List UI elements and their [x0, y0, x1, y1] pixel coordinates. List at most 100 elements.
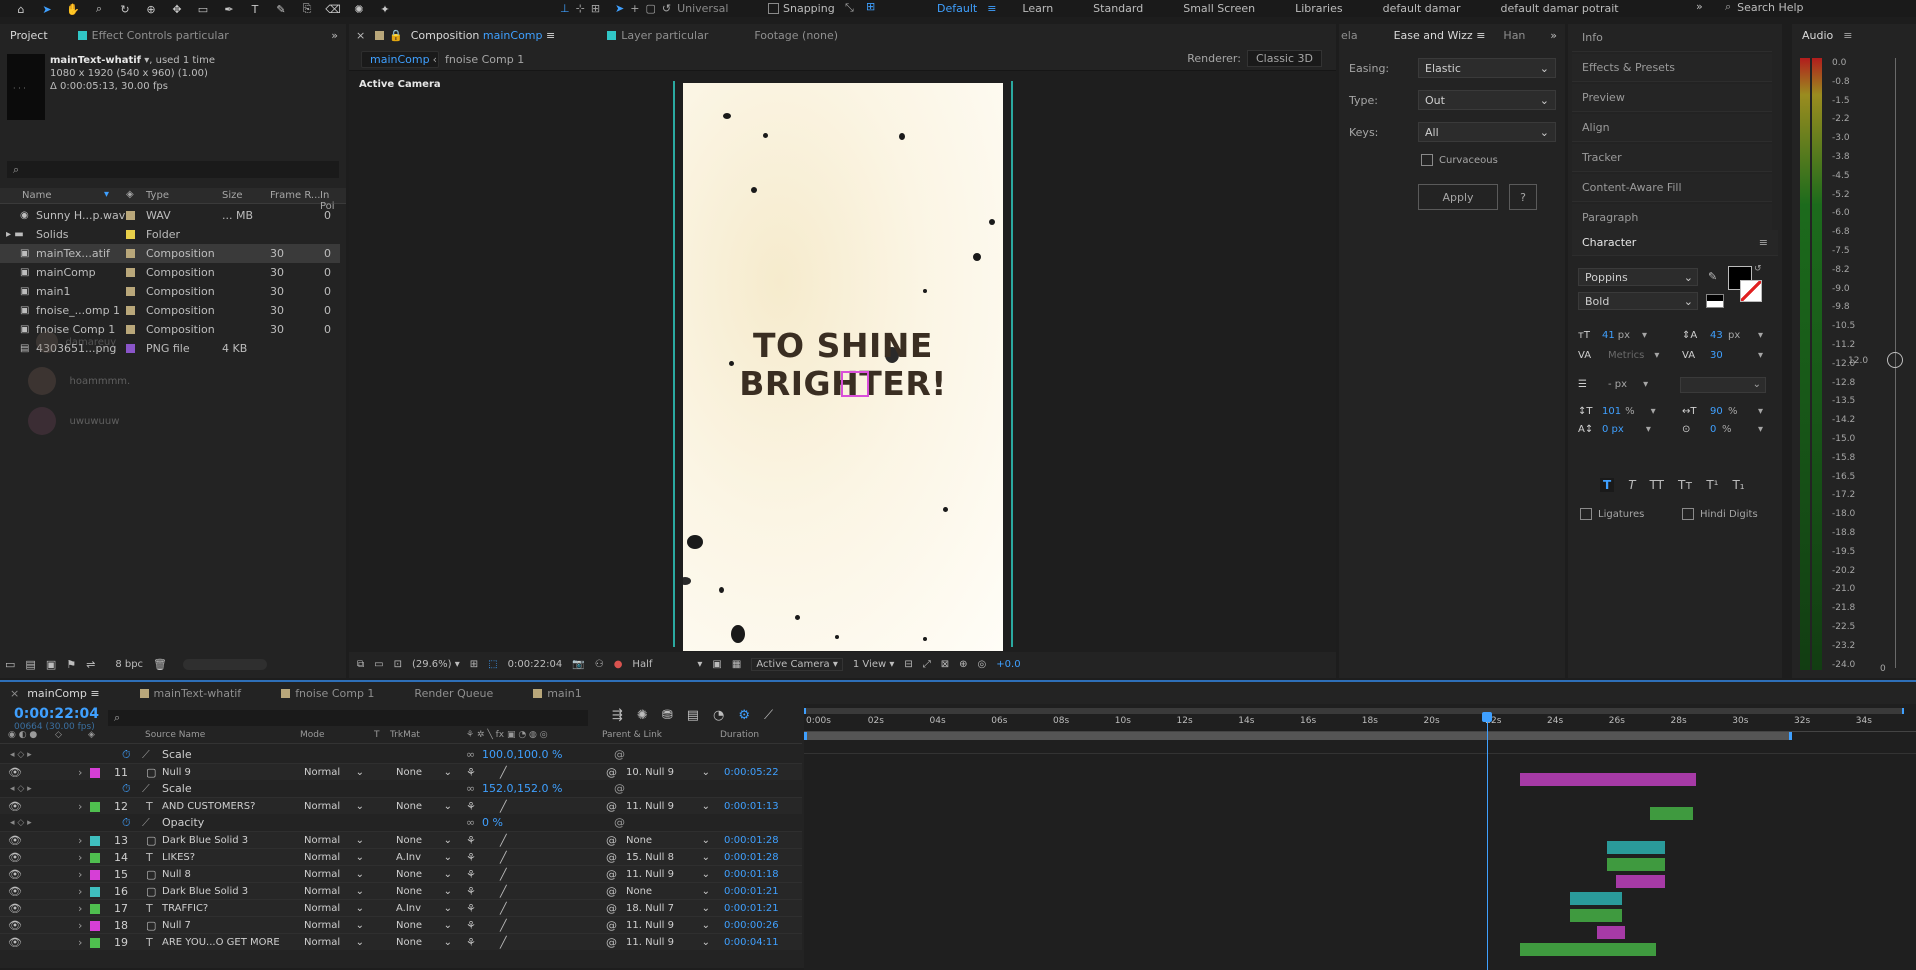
tab-layer[interactable]: Layer particular	[607, 29, 708, 42]
stopwatch-icon[interactable]: ⏱	[122, 816, 131, 830]
item-label-swatch[interactable]	[126, 230, 135, 239]
fast-previews-icon[interactable]: ⊠	[941, 659, 949, 670]
col-size[interactable]: Size	[222, 190, 243, 201]
workspace-default[interactable]: Default	[937, 2, 977, 15]
layer-parent-select[interactable]: None ⌄	[626, 835, 710, 846]
layer-duration[interactable]: 0:00:01:13	[724, 801, 779, 812]
layer-switch-quality-icon[interactable]: ╱	[500, 800, 507, 813]
property-row[interactable]: ◂ ◇ ▸ ⏱ ⟋ Opacity ∞ 0 % @	[0, 814, 802, 831]
tracking-value[interactable]: 30	[1710, 346, 1723, 366]
vertical-scale-chevron-icon[interactable]: ▾	[1651, 402, 1656, 422]
layer-duration-bar[interactable]	[1616, 875, 1666, 888]
item-label-swatch[interactable]	[126, 249, 135, 258]
layer-parent-select[interactable]: 11. Null 9 ⌄	[626, 937, 710, 948]
axis-local-icon[interactable]: ⊥	[560, 2, 570, 15]
exposure-value[interactable]: +0.0	[996, 659, 1020, 670]
layer-switch-shy-icon[interactable]: ⚘	[466, 936, 476, 949]
pickwhip-icon[interactable]: @	[614, 816, 625, 829]
rectangle-tool-icon[interactable]: ▭	[192, 0, 214, 20]
timeline-current-time[interactable]: 0:00:22:04	[14, 706, 99, 722]
small-caps-icon[interactable]: Tт	[1678, 478, 1692, 492]
camera-orbit-icon[interactable]: ⊕	[140, 0, 162, 20]
tab-ela[interactable]: ela	[1341, 29, 1358, 42]
selection-arrow-icon[interactable]: ➤	[615, 2, 624, 15]
panel-preview[interactable]: Preview	[1572, 84, 1772, 112]
hand-tool-icon[interactable]: ✋	[62, 0, 84, 20]
col-mode[interactable]: Mode	[300, 730, 325, 740]
layer-trkmat-select[interactable]: None ⌄	[396, 835, 452, 846]
parent-pickwhip-icon[interactable]: @	[606, 902, 617, 915]
puppet-tool-icon[interactable]: ✦	[374, 0, 396, 20]
stroke-style-select[interactable]: ⌄	[1680, 377, 1766, 393]
layer-name[interactable]: Null 8	[162, 869, 191, 880]
item-label-swatch[interactable]	[126, 268, 135, 277]
twirl-arrow-icon[interactable]: ›	[78, 868, 82, 881]
stopwatch-icon[interactable]: ⏱	[122, 748, 131, 762]
layer-parent-select[interactable]: 11. Null 9 ⌄	[626, 801, 710, 812]
horizontal-scale-value[interactable]: 90	[1710, 402, 1723, 422]
layer-name[interactable]: TRAFFIC?	[162, 903, 208, 914]
tab-render-queue[interactable]: Render Queue	[414, 687, 493, 700]
item-label-swatch[interactable]	[126, 211, 135, 220]
pickwhip-icon[interactable]: @	[614, 782, 625, 795]
layer-row[interactable]: 👁 › 18 ▢ Null 7 Normal ⌄ None ⌄ ⚘ ╱ @11. Null 9 ⌄ 0:0…	[0, 916, 802, 933]
layer-switch-quality-icon[interactable]: ╱	[500, 936, 507, 949]
panel-tracker[interactable]: Tracker	[1572, 144, 1772, 172]
layer-switch-shy-icon[interactable]: ⚘	[466, 851, 476, 864]
layer-name[interactable]: Dark Blue Solid 3	[162, 835, 248, 846]
col-parent-link[interactable]: Parent & Link	[602, 730, 662, 740]
visibility-eye-icon[interactable]: 👁	[8, 868, 22, 881]
work-area-range[interactable]	[804, 732, 1792, 740]
workspace-menu-icon[interactable]: ≡	[987, 2, 996, 15]
layer-trkmat-select[interactable]: None ⌄	[396, 767, 452, 778]
layer-label-swatch[interactable]	[90, 921, 100, 931]
layer-switch-shy-icon[interactable]: ⚘	[466, 919, 476, 932]
renderer-select[interactable]: Classic 3D	[1246, 50, 1322, 67]
panel-overflow-icon[interactable]: »	[331, 29, 338, 42]
subscript-icon[interactable]: T₁	[1732, 478, 1744, 492]
character-menu-icon[interactable]: ≡	[1759, 236, 1768, 249]
layer-name[interactable]: Dark Blue Solid 3	[162, 886, 248, 897]
ligatures-toggle[interactable]: Ligatures	[1580, 508, 1644, 520]
workspace-learn[interactable]: Learn	[1022, 2, 1053, 15]
twirl-arrow-icon[interactable]: ›	[78, 800, 82, 813]
keyframe-nav-icon[interactable]: ◂ ◇ ▸	[10, 818, 32, 828]
trash-icon[interactable]: 🗑	[153, 658, 167, 671]
project-item[interactable]: ▸ ▬ Solids Folder	[0, 225, 340, 244]
graph-icon[interactable]: ⟋	[142, 782, 150, 796]
plus-tool-icon[interactable]: +	[630, 2, 639, 15]
twirl-arrow-icon[interactable]: ›	[78, 885, 82, 898]
twirl-arrow-icon[interactable]: ›	[78, 766, 82, 779]
layer-row[interactable]: 👁 › 14 T LIKES? Normal ⌄ A.Inv ⌄ ⚘ ╱ @15. Null 8 ⌄ 0:…	[0, 848, 802, 865]
twirl-arrow-icon[interactable]: ›	[78, 834, 82, 847]
workspace-overflow-icon[interactable]: »	[1696, 0, 1703, 13]
visibility-eye-icon[interactable]: 👁	[8, 834, 22, 847]
layer-parent-select[interactable]: 10. Null 9 ⌄	[626, 767, 710, 778]
parent-pickwhip-icon[interactable]: @	[606, 766, 617, 779]
twirl-arrow-icon[interactable]: ›	[78, 919, 82, 932]
layer-duration[interactable]: 0:00:01:21	[724, 903, 779, 914]
parent-pickwhip-icon[interactable]: @	[606, 800, 617, 813]
bit-depth[interactable]: 8 bpc	[115, 659, 143, 670]
layer-switch-shy-icon[interactable]: ⚘	[466, 902, 476, 915]
faux-bold-icon[interactable]: T	[1600, 478, 1615, 492]
rotate-tool-icon[interactable]: ↻	[114, 0, 136, 20]
tab-timeline-main1[interactable]: main1	[533, 687, 582, 700]
project-item[interactable]: ▣ main1 Composition 30 0	[0, 282, 340, 301]
kerning-value[interactable]: Metrics	[1608, 346, 1644, 366]
layer-duration-bar[interactable]	[1569, 892, 1623, 905]
exposure-icon[interactable]: ◎	[978, 659, 987, 670]
curvaceous-toggle[interactable]: Curvaceous	[1421, 154, 1498, 166]
parent-pickwhip-icon[interactable]: @	[606, 834, 617, 847]
parent-pickwhip-icon[interactable]: @	[606, 868, 617, 881]
col-duration[interactable]: Duration	[720, 730, 759, 740]
toggle-pixel-icon[interactable]: ⊟	[904, 659, 912, 670]
graph-icon[interactable]: ⟋	[142, 816, 150, 830]
layer-row[interactable]: 👁 › 11 ▢ Null 9 Normal ⌄ None ⌄ ⚘ ╱ @10. Null 9 ⌄ 0:0…	[0, 763, 802, 780]
item-label-swatch[interactable]	[126, 344, 135, 353]
project-item[interactable]: ▣ mainComp Composition 30 0	[0, 263, 340, 282]
layer-duration[interactable]: 0:00:01:28	[724, 852, 779, 863]
timeline-menu-icon[interactable]: ≡	[90, 687, 99, 700]
property-link-icon[interactable]: ∞	[466, 816, 475, 829]
workspace-default-damar[interactable]: default damar	[1383, 2, 1461, 15]
